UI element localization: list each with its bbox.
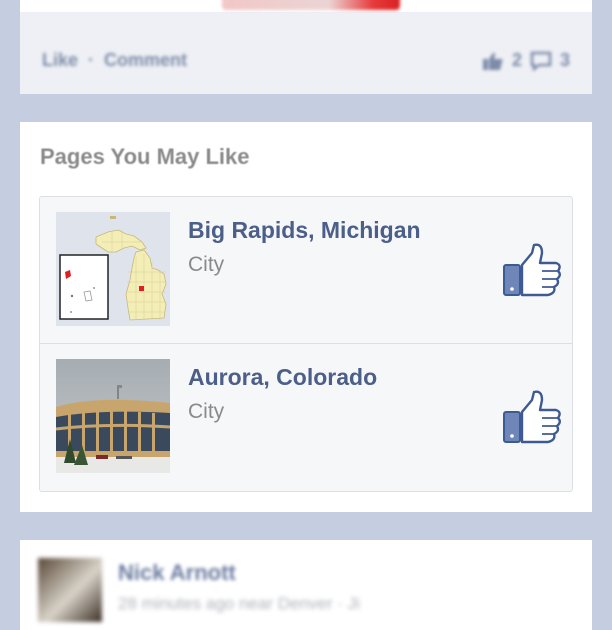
- section-title: Pages You May Like: [40, 144, 250, 169]
- building-photo-thumbnail[interactable]: [56, 359, 170, 473]
- list-item[interactable]: Big Rapids, Michigan City: [40, 197, 572, 343]
- list-item[interactable]: Aurora, Colorado City: [40, 343, 572, 490]
- page-name-link[interactable]: Big Rapids, Michigan: [188, 217, 421, 244]
- like-count-icon: [482, 52, 503, 70]
- page-category: City: [188, 253, 225, 276]
- feed-post-top: Like · Comment 2 3: [20, 0, 592, 94]
- comment-count: 3: [559, 50, 570, 70]
- post-photo[interactable]: [222, 0, 400, 10]
- page-name-link[interactable]: Aurora, Colorado: [188, 364, 377, 391]
- comment-count-icon: [530, 51, 552, 71]
- like-count: 2: [511, 50, 522, 70]
- action-separator: ·: [88, 50, 95, 70]
- comment-link[interactable]: Comment: [104, 50, 187, 71]
- avatar[interactable]: [38, 558, 102, 622]
- feed-post-bottom: Nick Arnott 28 minutes ago near Denver ·…: [20, 540, 592, 630]
- like-page-button[interactable]: [500, 390, 564, 446]
- pages-you-may-like-card: Pages You May Like Big Rapids, Michigan …: [20, 122, 592, 512]
- thumbs-up-icon: [503, 243, 561, 297]
- like-link[interactable]: Like: [42, 50, 78, 71]
- like-page-button[interactable]: [500, 243, 564, 299]
- post-counts[interactable]: 2 3: [482, 50, 570, 71]
- post-meta: 28 minutes ago near Denver · Ji: [118, 594, 360, 613]
- post-actions: Like · Comment: [42, 50, 187, 71]
- pages-list: Big Rapids, Michigan City Aurora, Colora…: [39, 196, 573, 492]
- page-category: City: [188, 400, 225, 423]
- post-photo-strip: [20, 0, 592, 12]
- thumbs-up-icon: [503, 390, 561, 444]
- michigan-map-thumbnail[interactable]: [56, 212, 170, 326]
- post-author-link[interactable]: Nick Arnott: [118, 560, 236, 586]
